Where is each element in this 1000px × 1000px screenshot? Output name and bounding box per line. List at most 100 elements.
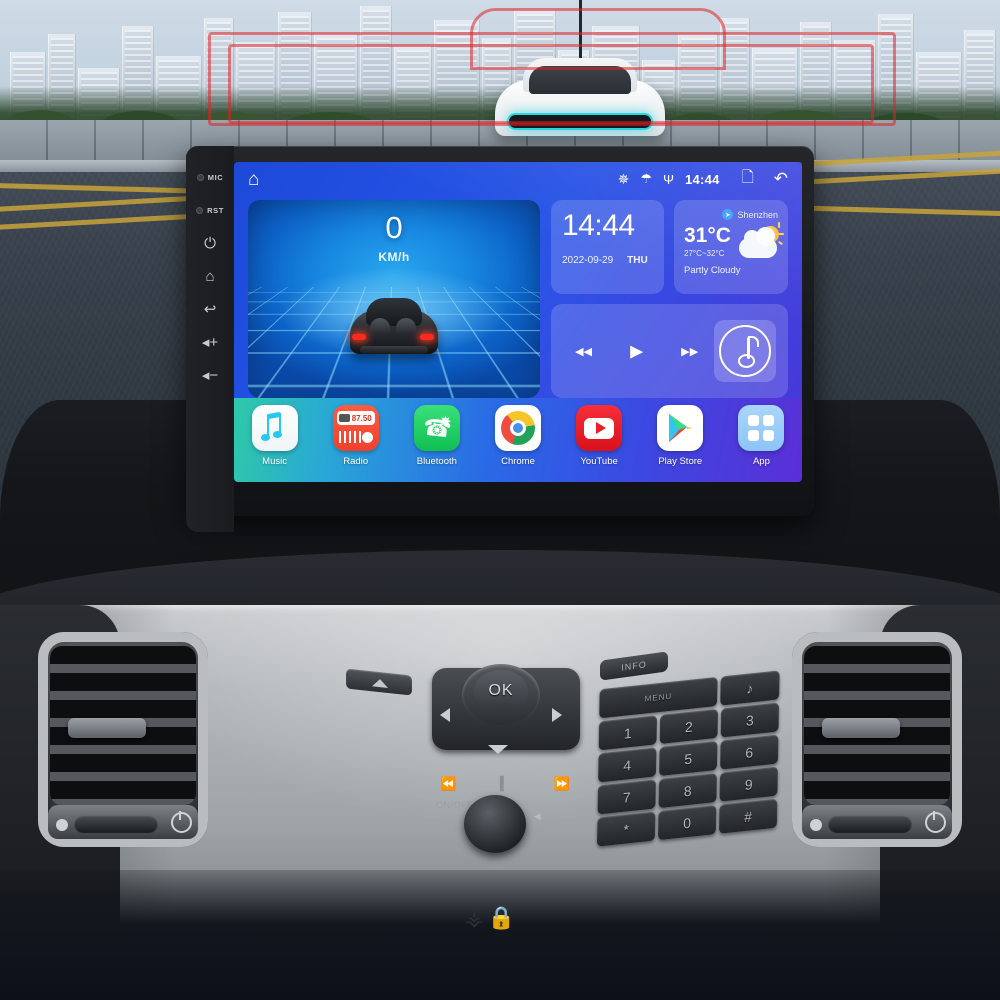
transport-controls: ⏪ ▍ ⏩: [440, 772, 570, 796]
right-arrow-icon[interactable]: [552, 708, 562, 722]
key-1[interactable]: 1: [598, 715, 658, 751]
mic-label: MIC: [207, 172, 224, 182]
usb-icon: Ψ: [663, 171, 674, 187]
down-arrow-icon[interactable]: [488, 745, 508, 754]
music-key[interactable]: ♪: [720, 670, 780, 706]
music-note-circle-icon: [719, 325, 771, 377]
power-icon: ⏻: [204, 234, 216, 252]
ok-button[interactable]: OK: [474, 670, 528, 712]
vent-lever[interactable]: [828, 815, 912, 833]
key-star[interactable]: *: [596, 811, 656, 847]
key-2[interactable]: 2: [659, 708, 719, 744]
app-radio[interactable]: 87.50 Radio: [323, 405, 389, 467]
bluetooth-phone-icon: ☎ ✵: [413, 405, 460, 451]
widget-area: 0 KM/h 14:44 2022-09-29 THU ➤ Shenzhen 3…: [248, 200, 788, 398]
app-playstore[interactable]: Play Store: [647, 405, 713, 467]
weather-city: Shenzhen: [737, 209, 778, 220]
play-button[interactable]: ▶: [630, 343, 643, 360]
status-time: 14:44: [684, 171, 720, 187]
key-5[interactable]: 5: [659, 740, 718, 777]
bezel-back-button[interactable]: ↩: [186, 294, 234, 324]
clock-meta: 2022-09-29 THU: [562, 255, 664, 266]
vent-slat-knob[interactable]: [68, 718, 146, 738]
app-dock: Music 87.50 Radio ☎ ✵ Bluetooth Chrome Y…: [234, 398, 802, 482]
key-4[interactable]: 4: [598, 747, 657, 783]
lower-dashboard: [0, 870, 1000, 1000]
key-3[interactable]: 3: [720, 702, 780, 738]
chrome-icon: [494, 405, 541, 451]
speed-unit: KM/h: [378, 250, 410, 264]
key-0[interactable]: 0: [657, 805, 717, 841]
app-drawer[interactable]: App: [728, 405, 794, 467]
home-icon: ⌂: [205, 267, 215, 285]
app-chrome[interactable]: Chrome: [485, 405, 551, 467]
vent-dot: [810, 819, 822, 831]
vent-lever[interactable]: [74, 815, 158, 833]
music-note-icon: [251, 405, 298, 451]
speed-value: 0: [385, 210, 403, 245]
volume-down-icon: ◂−: [201, 367, 219, 384]
recent-apps-icon[interactable]: 🗋: [742, 167, 754, 192]
top-widget-row: 14:44 2022-09-29 THU ➤ Shenzhen 31°C 27°…: [551, 200, 788, 294]
app-bluetooth[interactable]: ☎ ✵ Bluetooth: [404, 405, 470, 467]
radio-icon: 87.50: [332, 405, 379, 451]
app-music[interactable]: Music: [242, 405, 308, 467]
phone-keypad: MENU ♪ 1 2 3 4 5 6 7 8 9 * 0 #: [596, 670, 780, 879]
reset-label: RST: [207, 205, 224, 215]
nav-buttons: 🗋 ↶: [742, 167, 788, 192]
lock-indicator-icons: ⚶🔒: [465, 905, 520, 930]
weather-widget[interactable]: ➤ Shenzhen 31°C 27°C~32°C Partly Cloudy: [674, 200, 788, 294]
app-label: Play Store: [658, 456, 703, 467]
car-graphic: [344, 296, 444, 358]
vent-slat-knob[interactable]: [822, 718, 900, 738]
album-art[interactable]: [714, 320, 776, 382]
reset-button[interactable]: RST: [186, 195, 234, 225]
radio-frequency: 87.50: [351, 413, 372, 423]
wifi-icon: ☂: [640, 171, 653, 186]
clock-weekday: THU: [627, 255, 648, 266]
vent-power-icon: [171, 811, 192, 833]
key-9[interactable]: 9: [719, 766, 778, 802]
previous-track-button[interactable]: ◂◂: [575, 343, 592, 360]
mic-led: [196, 173, 204, 181]
app-label: Chrome: [501, 456, 535, 467]
key-hash[interactable]: #: [718, 798, 778, 834]
play-store-icon: [657, 405, 704, 451]
home-icon[interactable]: ⌂: [248, 170, 259, 189]
speedometer-widget[interactable]: 0 KM/h: [248, 200, 540, 398]
left-arrow-icon[interactable]: [440, 708, 450, 722]
clock-widget[interactable]: 14:44 2022-09-29 THU: [551, 200, 664, 294]
power-button[interactable]: ⏻: [186, 228, 234, 258]
volume-down-button[interactable]: ◂−: [186, 360, 234, 390]
red-frame-overlay: [228, 44, 874, 124]
back-arrow-icon[interactable]: ↶: [774, 169, 788, 189]
bezel-button-column: MIC RST ⏻ ⌂ ↩ ◂+ ◂−: [186, 146, 234, 532]
app-label: App: [752, 456, 770, 467]
vent-dot: [56, 819, 68, 831]
bezel-home-button[interactable]: ⌂: [186, 261, 234, 291]
bluetooth-icon: ✵: [617, 170, 630, 187]
volume-knob[interactable]: [464, 795, 526, 853]
reset-led: [196, 206, 204, 214]
mic-button[interactable]: MIC: [186, 162, 234, 192]
next-track-icon[interactable]: ⏩: [554, 776, 570, 792]
clock-time: 14:44: [562, 209, 635, 242]
prev-track-icon[interactable]: ⏪: [440, 776, 456, 792]
key-7[interactable]: 7: [597, 779, 656, 815]
sun-behind-cloud-icon: [739, 222, 784, 260]
clock-date: 2022-09-29: [562, 255, 614, 266]
air-vent-left[interactable]: [38, 632, 208, 847]
app-youtube[interactable]: YouTube: [566, 405, 632, 467]
back-icon: ↩: [203, 301, 217, 318]
key-6[interactable]: 6: [720, 734, 779, 770]
app-label: Radio: [343, 456, 369, 467]
air-vent-right[interactable]: [792, 632, 962, 847]
next-track-button[interactable]: ▸▸: [681, 343, 698, 360]
volume-marker: ◂: [534, 808, 541, 823]
volume-up-button[interactable]: ◂+: [186, 327, 234, 357]
media-player-widget[interactable]: ◂◂ ▶ ▸▸: [551, 304, 788, 398]
status-bar: ⌂ ✵ ☂ Ψ 14:44 🗋 ↶: [234, 162, 802, 196]
youtube-icon: [576, 405, 623, 451]
app-label: YouTube: [580, 456, 618, 467]
key-8[interactable]: 8: [658, 772, 717, 809]
